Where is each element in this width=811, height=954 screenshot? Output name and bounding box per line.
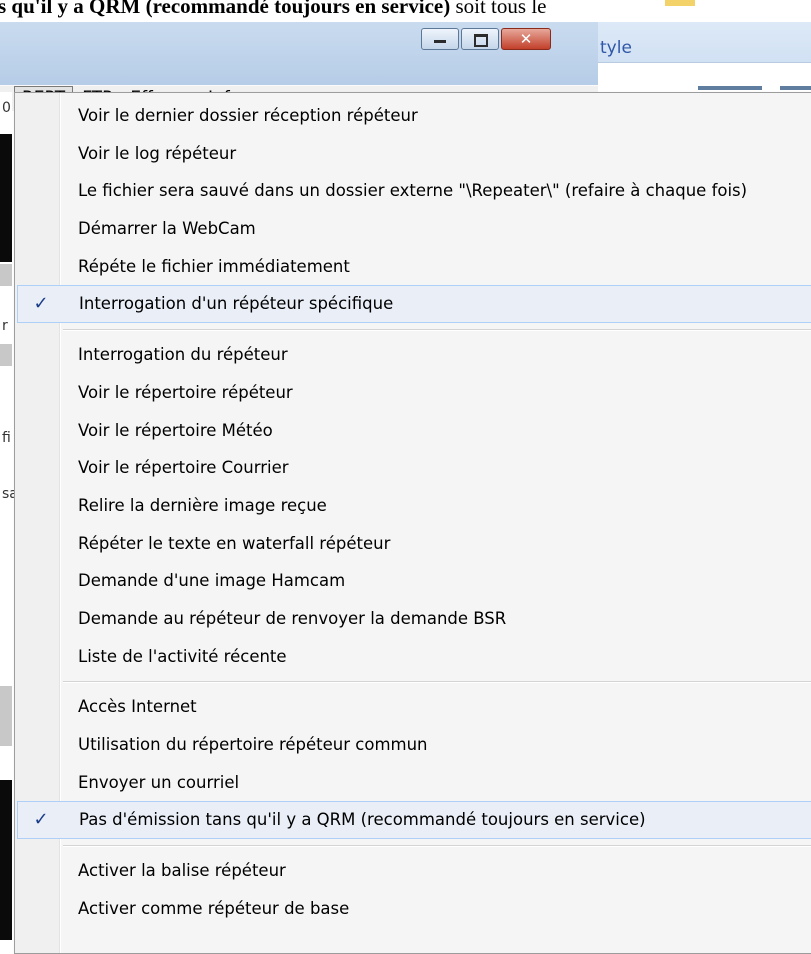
- menu-item[interactable]: Interrogation du répéteur: [15, 336, 811, 374]
- app-window-frame: ✕ REPT FTP Effacer Infos: [0, 22, 598, 111]
- menu-item-label: Interrogation d'un répéteur spécifique: [79, 294, 394, 314]
- menu-separator: [15, 839, 811, 852]
- menu-item-label: Utilisation du répertoire répéteur commu…: [78, 735, 428, 754]
- menu-item-label: Liste de l'activité récente: [78, 646, 287, 666]
- edge-fragment: r: [2, 318, 8, 334]
- menu-item-label: Demande d'une image Hamcam: [78, 571, 346, 591]
- menu-item[interactable]: Demande au répéteur de renvoyer la deman…: [15, 600, 811, 638]
- close-button[interactable]: ✕: [501, 28, 551, 50]
- menu-item[interactable]: Répéte le fichier immédiatement: [15, 248, 811, 286]
- menu-item-label: Voir le dernier dossier réception répéte…: [78, 106, 418, 125]
- edge-fragment: fi: [2, 430, 11, 446]
- rept-dropdown-menu: Voir le dernier dossier réception répéte…: [14, 92, 811, 954]
- menu-item[interactable]: Le fichier sera sauvé dans un dossier ex…: [15, 172, 811, 210]
- menu-item-label: Activer la balise répéteur: [78, 861, 286, 881]
- close-icon: ✕: [519, 30, 533, 48]
- menu-item[interactable]: Activer la balise répéteur: [15, 852, 811, 890]
- underlying-app-edge: 0 r fi sa: [0, 92, 18, 942]
- menu-item-label: Démarrer la WebCam: [78, 219, 256, 239]
- window-controls: ✕: [421, 28, 553, 50]
- menu-item[interactable]: Voir le répertoire Courrier: [15, 449, 811, 487]
- edge-dark-panel: [0, 780, 12, 940]
- menu-item-label: Voir le répertoire Courrier: [78, 458, 289, 478]
- maximize-button[interactable]: [461, 28, 499, 50]
- menu-item-label: Pas d'émission tans qu'il y a QRM (recom…: [79, 810, 646, 830]
- menu-item-label: Envoyer un courriel: [78, 772, 240, 792]
- checkmark-icon: ✓: [33, 809, 49, 831]
- menu-item-label: Activer comme répéteur de base: [78, 898, 350, 918]
- document-highlight: [665, 0, 695, 6]
- menu-item[interactable]: Envoyer un courriel: [15, 764, 811, 802]
- edge-grey-panel: [0, 686, 12, 746]
- menu-item-label: Demande au répéteur de renvoyer la deman…: [78, 608, 507, 628]
- menu-item[interactable]: Relire la dernière image reçue: [15, 487, 811, 525]
- menu-item-label: Relire la dernière image reçue: [78, 495, 327, 515]
- menu-item-label: Interrogation du répéteur: [78, 345, 288, 365]
- edge-grey-panel: [0, 264, 12, 286]
- menu-item[interactable]: Voir le log répéteur: [15, 135, 811, 173]
- document-text-strip: s qu'il y a QRM (recommandé toujours en …: [0, 0, 811, 22]
- menu-item[interactable]: Voir le répertoire répéteur: [15, 374, 811, 412]
- menu-item[interactable]: Voir le répertoire Météo: [15, 412, 811, 450]
- checkmark-icon: ✓: [33, 293, 49, 315]
- menu-separator: [15, 323, 811, 336]
- menu-item-label: Répéter le texte en waterfall répéteur: [78, 533, 391, 553]
- document-text: s qu'il y a QRM (recommandé toujours en …: [0, 0, 546, 19]
- menu-item-label: Répéte le fichier immédiatement: [78, 256, 350, 276]
- menu-item[interactable]: Activer comme répéteur de base: [15, 890, 811, 928]
- ribbon-style-label[interactable]: tyle: [600, 38, 632, 58]
- maximize-icon: [474, 34, 488, 47]
- ribbon-divider-2: [780, 86, 811, 90]
- menu-item-label: Voir le log répéteur: [78, 143, 237, 163]
- edge-dark-panel: [0, 134, 12, 262]
- menu-item-label: Le fichier sera sauvé dans un dossier ex…: [78, 181, 748, 201]
- menu-item-label: Voir le répertoire répéteur: [78, 382, 293, 402]
- edge-fragment: 0: [2, 100, 11, 116]
- menu-item[interactable]: ✓ Pas d'émission tans qu'il y a QRM (reco…: [17, 801, 811, 840]
- menu-separator: [15, 675, 811, 688]
- minimize-button[interactable]: [421, 28, 459, 50]
- menu-items: Voir le dernier dossier réception répéte…: [15, 97, 811, 927]
- edge-grey-panel: [0, 344, 12, 366]
- menu-item[interactable]: Liste de l'activité récente: [15, 638, 811, 676]
- menu-item[interactable]: Démarrer la WebCam: [15, 210, 811, 248]
- menu-item-label: Voir le répertoire Météo: [78, 420, 273, 440]
- menu-item[interactable]: Demande d'une image Hamcam: [15, 562, 811, 600]
- document-normal-text: soit tous le: [450, 0, 547, 18]
- menu-item-label: Accès Internet: [78, 697, 197, 717]
- menu-item[interactable]: Accès Internet: [15, 688, 811, 726]
- document-bold-text: s qu'il y a QRM (recommandé toujours en …: [0, 0, 451, 18]
- minimize-icon: [434, 40, 446, 43]
- ribbon-divider: [698, 86, 762, 90]
- menu-item[interactable]: Répéter le texte en waterfall répéteur: [15, 525, 811, 563]
- menu-item[interactable]: ✓ Interrogation d'un répéteur spécifique: [17, 285, 811, 324]
- menu-item[interactable]: Utilisation du répertoire répéteur commu…: [15, 726, 811, 764]
- menu-item[interactable]: Voir le dernier dossier réception répéte…: [15, 97, 811, 135]
